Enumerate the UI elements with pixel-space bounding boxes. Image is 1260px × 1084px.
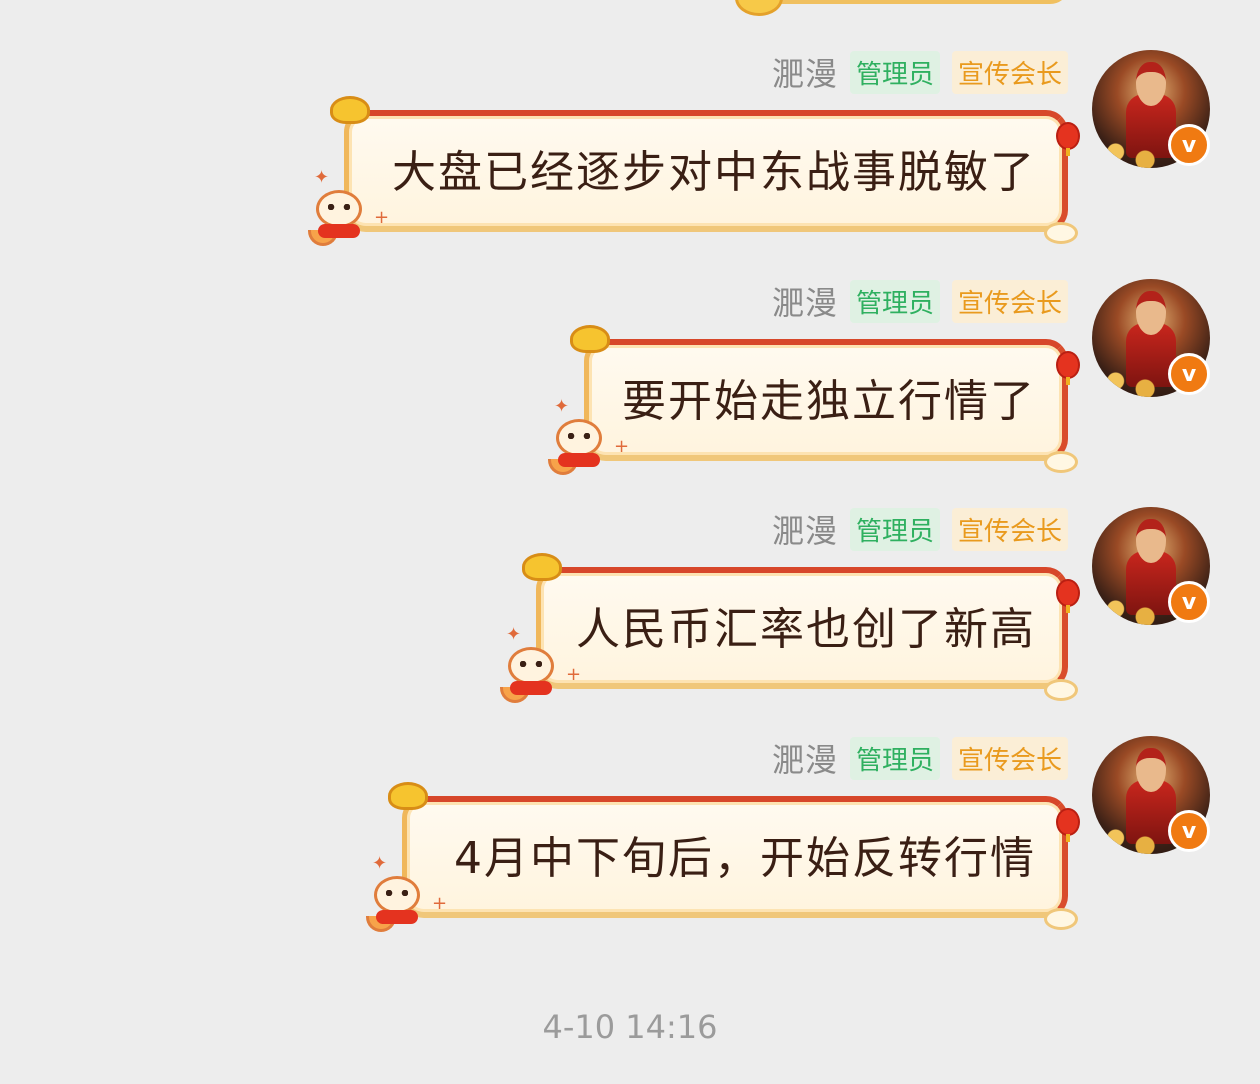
cloud-curl-decoration <box>1044 679 1078 701</box>
lantern-tassel <box>1066 605 1070 613</box>
sparkle-icon: ✦ <box>554 396 570 417</box>
sender-name[interactable]: 淝漫 <box>772 506 838 552</box>
verified-icon: v <box>1168 124 1210 166</box>
avatar[interactable]: v <box>1092 736 1210 854</box>
message-text[interactable]: 要开始走独立行情了 <box>622 365 1036 429</box>
chat-view: 淝漫 管理员 宣传会长 v ✦ + 大盘已经逐步对中东战事脱敏了 淝漫 管理员 … <box>0 0 1260 1084</box>
message-text[interactable]: 人民币汇率也创了新高 <box>576 593 1036 657</box>
sender-name[interactable]: 淝漫 <box>772 735 838 781</box>
mascot-icon <box>366 872 428 934</box>
timestamp: 4-10 14:16 <box>542 1008 718 1046</box>
sender-name[interactable]: 淝漫 <box>772 49 838 95</box>
title-badge: 宣传会长 <box>951 736 1068 780</box>
gold-ingot-icon <box>570 325 610 353</box>
message-bubble[interactable]: ✦ + 大盘已经逐步对中东战事脱敏了 <box>308 96 1080 246</box>
message-bubble[interactable]: ✦ + 要开始走独立行情了 <box>548 325 1080 475</box>
mascot-icon <box>548 415 610 477</box>
sparkle-icon: + <box>566 664 582 685</box>
avatar[interactable]: v <box>1092 50 1210 168</box>
sparkle-icon: + <box>374 207 390 228</box>
sparkle-icon: ✦ <box>506 624 522 645</box>
sender-row: 淝漫 管理员 宣传会长 <box>772 279 1068 323</box>
verified-icon: v <box>1168 810 1210 852</box>
sparkle-icon: ✦ <box>314 167 330 188</box>
title-badge: 宣传会长 <box>951 50 1068 94</box>
previous-message-bubble-fragment[interactable] <box>740 0 1070 4</box>
chat-message: 淝漫 管理员 宣传会长 v ✦ + 要开始走独立行情了 <box>0 279 1260 507</box>
sparkle-icon: + <box>614 436 630 457</box>
lantern-tassel <box>1066 148 1070 156</box>
mascot-icon <box>308 186 370 248</box>
gold-ingot-icon <box>330 96 370 124</box>
gold-ingot-icon <box>522 553 562 581</box>
sender-row: 淝漫 管理员 宣传会长 <box>772 736 1068 780</box>
sparkle-icon: ✦ <box>372 853 388 874</box>
verified-icon: v <box>1168 581 1210 623</box>
gold-ingot-icon <box>388 782 428 810</box>
gold-ingot-decoration <box>735 0 783 16</box>
admin-badge: 管理员 <box>849 507 940 551</box>
message-text[interactable]: 大盘已经逐步对中东战事脱敏了 <box>392 136 1036 200</box>
lantern-icon <box>1056 579 1080 607</box>
mascot-icon <box>500 643 562 705</box>
sender-name[interactable]: 淝漫 <box>772 278 838 324</box>
admin-badge: 管理员 <box>849 50 940 94</box>
verified-icon: v <box>1168 353 1210 395</box>
lantern-icon <box>1056 351 1080 379</box>
cloud-curl-decoration <box>1044 451 1078 473</box>
message-text[interactable]: 4月中下旬后，开始反转行情 <box>454 822 1036 886</box>
admin-badge: 管理员 <box>849 279 940 323</box>
sparkle-icon: + <box>432 893 448 914</box>
sender-row: 淝漫 管理员 宣传会长 <box>772 507 1068 551</box>
avatar[interactable]: v <box>1092 507 1210 625</box>
cloud-curl-decoration <box>1044 908 1078 930</box>
cloud-curl-decoration <box>1044 222 1078 244</box>
avatar[interactable]: v <box>1092 279 1210 397</box>
title-badge: 宣传会长 <box>951 507 1068 551</box>
chat-message: 淝漫 管理员 宣传会长 v ✦ + 大盘已经逐步对中东战事脱敏了 <box>0 50 1260 278</box>
lantern-icon <box>1056 122 1080 150</box>
lantern-icon <box>1056 808 1080 836</box>
chat-message: 淝漫 管理员 宣传会长 v ✦ + 4月中下旬后，开始反转行情 <box>0 736 1260 964</box>
message-bubble[interactable]: ✦ + 4月中下旬后，开始反转行情 <box>366 782 1080 932</box>
chat-message: 淝漫 管理员 宣传会长 v ✦ + 人民币汇率也创了新高 <box>0 507 1260 735</box>
message-bubble[interactable]: ✦ + 人民币汇率也创了新高 <box>500 553 1080 703</box>
lantern-tassel <box>1066 377 1070 385</box>
sender-row: 淝漫 管理员 宣传会长 <box>772 50 1068 94</box>
admin-badge: 管理员 <box>849 736 940 780</box>
title-badge: 宣传会长 <box>951 279 1068 323</box>
lantern-tassel <box>1066 834 1070 842</box>
